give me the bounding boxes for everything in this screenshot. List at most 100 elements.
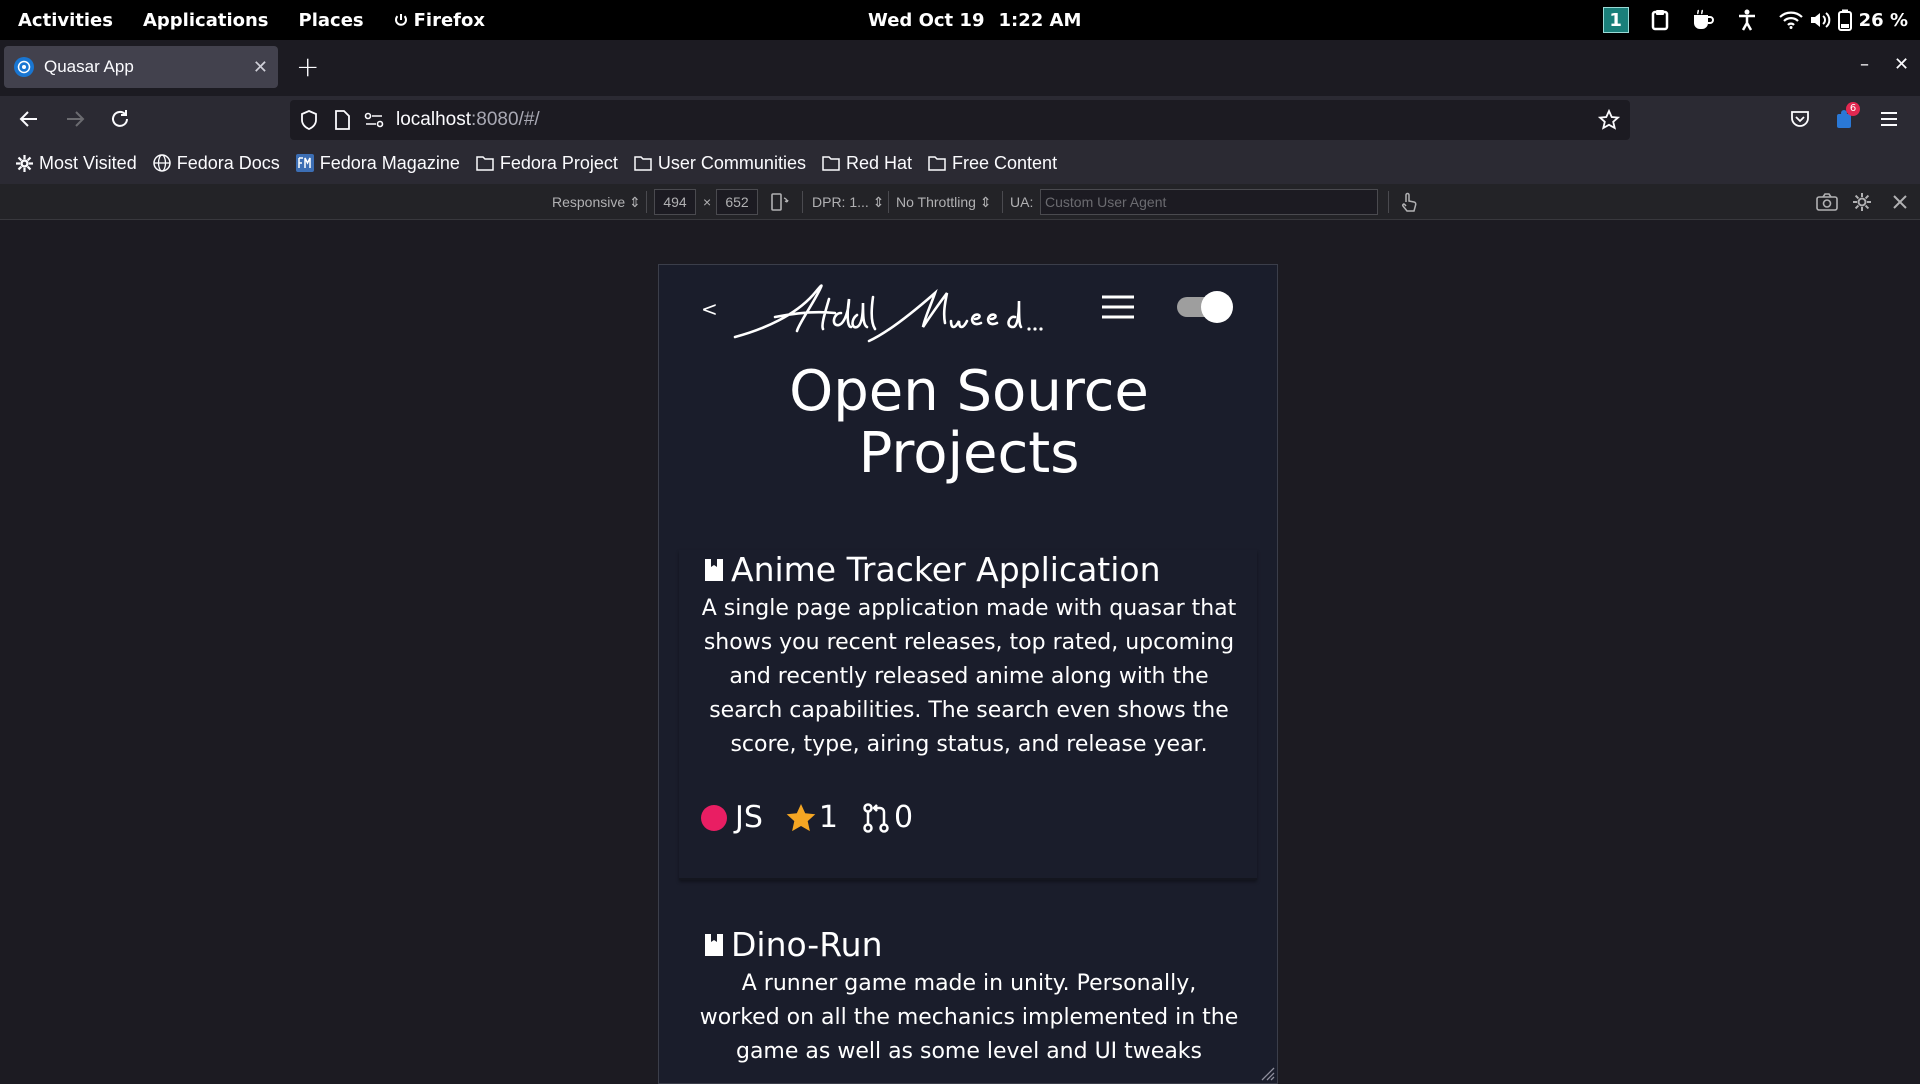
coffee-icon[interactable] [1691, 9, 1715, 31]
folder-icon [476, 156, 494, 171]
dark-mode-toggle[interactable] [1177, 291, 1233, 323]
page-title: Open Source Projects [659, 359, 1277, 486]
resize-handle-icon[interactable] [1259, 1065, 1275, 1081]
back-chevron[interactable]: < [701, 297, 718, 321]
firefox-app-menu[interactable]: Firefox [394, 10, 515, 31]
applications-menu[interactable]: Applications [143, 10, 269, 31]
user-agent-input[interactable]: Custom User Agent [1040, 189, 1378, 215]
arrow-left-icon [19, 111, 37, 127]
bookmark-fedora-project[interactable]: Fedora Project [476, 153, 618, 174]
separator [1388, 191, 1389, 213]
bookmark-icon [705, 558, 723, 581]
url-host: localhost [396, 109, 471, 130]
forward-button[interactable] [62, 106, 88, 132]
stars-count[interactable]: 1 [785, 800, 838, 835]
new-tab-button[interactable]: + [296, 50, 319, 83]
bookmark-label: Red Hat [845, 152, 913, 173]
places-menu[interactable]: Places [299, 10, 364, 31]
rdm-settings-button[interactable] [1852, 184, 1872, 220]
quasar-favicon-icon [14, 57, 34, 77]
volume-icon [1810, 12, 1830, 28]
tab-title: Quasar App [44, 57, 134, 76]
project-card[interactable]: Dino-Run A runner game made in unity. Pe… [679, 925, 1257, 1083]
clock[interactable]: Wed Oct 19 1:22 AM [868, 0, 1081, 40]
close-window-button[interactable]: ✕ [1894, 54, 1909, 75]
tab-close-icon[interactable]: ✕ [253, 57, 268, 78]
separator [802, 191, 803, 213]
workspace-indicator[interactable]: 1 [1602, 7, 1629, 33]
folder-icon [822, 156, 840, 171]
bookmark-label: Most Visited [39, 152, 137, 173]
project-card[interactable]: Anime Tracker Application A single page … [679, 550, 1257, 880]
responsive-viewport: < Open Source Projects Anime Tracker App… [658, 264, 1278, 1084]
separator [1002, 191, 1003, 213]
bookmark-label: Fedora Magazine [319, 152, 460, 173]
stars-value: 1 [818, 800, 838, 835]
reload-icon [112, 110, 128, 127]
time-label: 1:22 AM [998, 9, 1082, 31]
bookmark-red-hat[interactable]: Red Hat [822, 153, 912, 174]
arrow-right-icon [67, 111, 85, 127]
signature-logo[interactable] [729, 277, 1049, 347]
reload-button[interactable] [107, 106, 133, 132]
back-button[interactable] [16, 106, 42, 132]
screenshot-button[interactable] [1816, 184, 1838, 220]
tab-quasar-app[interactable]: Quasar App ✕ [4, 46, 278, 88]
page-title-line-2: Projects [858, 421, 1080, 486]
project-title[interactable]: Dino-Run [703, 925, 882, 964]
bookmark-user-communities[interactable]: User Communities [634, 153, 806, 174]
bookmark-most-visited[interactable]: Most Visited [16, 153, 137, 174]
activities-button[interactable]: Activities [18, 10, 113, 31]
extensions-button[interactable]: 6 [1834, 102, 1860, 130]
bookmark-fedora-docs[interactable]: Fedora Docs [152, 152, 280, 174]
pull-requests-count[interactable]: 0 [860, 800, 913, 835]
camera-icon [1816, 193, 1838, 211]
bookmark-fedora-magazine[interactable]: Fedora Magazine [295, 152, 460, 174]
project-title-text: Dino-Run [731, 925, 883, 964]
power-icon [394, 14, 407, 26]
page-icon[interactable] [334, 110, 350, 130]
pulls-value: 0 [893, 800, 914, 835]
bookmark-free-content[interactable]: Free Content [928, 153, 1057, 174]
permissions-icon[interactable] [364, 112, 384, 128]
site-header: < [659, 265, 1277, 355]
fm-icon [295, 154, 314, 172]
project-stats: JS 1 0 [701, 800, 913, 835]
system-status-menu[interactable]: 26 % [1778, 9, 1908, 31]
clipboard-icon[interactable] [1651, 9, 1669, 31]
rotate-viewport-button[interactable] [770, 184, 790, 220]
bookmark-icon [705, 933, 723, 956]
pocket-icon[interactable] [1790, 110, 1810, 128]
shield-icon[interactable] [300, 110, 318, 130]
dpr-selector[interactable]: DPR: 1... ⇕ [812, 184, 884, 220]
tab-strip: Quasar App ✕ + – ✕ [0, 40, 1920, 96]
device-label: Responsive [552, 194, 626, 210]
url-text[interactable]: localhost:8080/#/ [396, 109, 540, 131]
bookmarks-toolbar: Most Visited Fedora Docs Fedora Magazine… [0, 142, 1920, 184]
bookmark-star-icon[interactable] [1598, 109, 1620, 131]
hamburger-menu-icon[interactable] [1101, 295, 1135, 319]
hand-pointer-icon [1402, 192, 1417, 212]
project-title[interactable]: Anime Tracker Application [703, 550, 1161, 589]
accessibility-icon[interactable] [1737, 9, 1757, 31]
device-selector[interactable]: Responsive ⇕ [552, 184, 641, 220]
project-description: A single page application made with quas… [701, 596, 1237, 757]
close-icon [1893, 195, 1907, 209]
page-title-line-1: Open Source [789, 359, 1149, 424]
responsive-design-toolbar: Responsive ⇕ 494 × 652 DPR: 1... ⇕ No Th… [0, 184, 1920, 220]
url-bar[interactable]: localhost:8080/#/ [290, 100, 1630, 140]
wifi-icon [1778, 11, 1803, 29]
throttling-selector[interactable]: No Throttling ⇕ [896, 184, 992, 220]
minimize-button[interactable]: – [1860, 54, 1869, 75]
close-rdm-button[interactable] [1892, 184, 1908, 220]
viewport-height-input[interactable]: 652 [716, 189, 758, 215]
bookmark-label: Fedora Docs [176, 152, 280, 173]
system-top-bar: Activities Applications Places Firefox W… [0, 0, 1920, 40]
app-name: Firefox [413, 9, 485, 31]
menu-icon[interactable] [1880, 111, 1898, 127]
navigation-bar: localhost:8080/#/ 6 [0, 96, 1920, 142]
url-path: :8080/#/ [471, 109, 540, 130]
viewport-width-input[interactable]: 494 [654, 189, 696, 215]
globe-icon [152, 154, 171, 172]
touch-simulation-button[interactable] [1400, 184, 1418, 220]
